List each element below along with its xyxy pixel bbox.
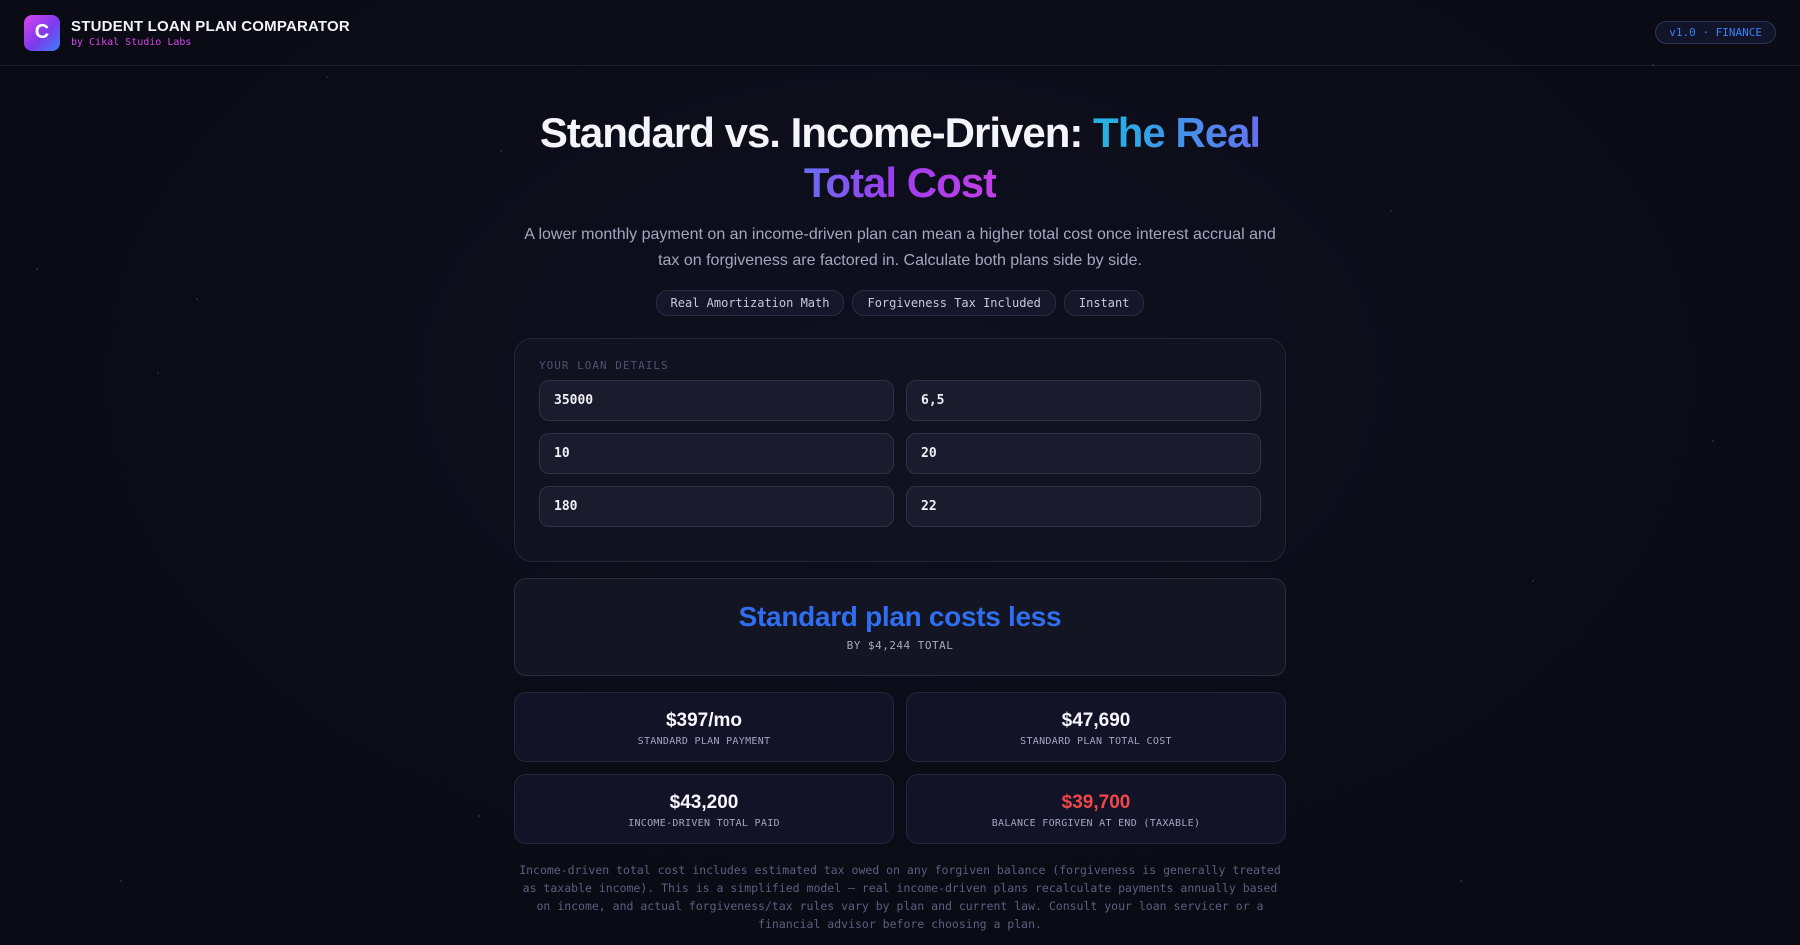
app-subtitle: by Cikal Studio Labs [71, 36, 192, 48]
stat-value: $47,690 [1061, 710, 1131, 731]
stat-standard-payment: $397/mo STANDARD PLAN PAYMENT [514, 692, 894, 762]
loan-details-label: YOUR LOAN DETAILS [539, 359, 669, 372]
page-description: A lower monthly payment on an income-dri… [524, 226, 1276, 269]
verdict-card: Standard plan costs less BY $4,244 TOTAL [514, 578, 1286, 676]
page-title-plain: Standard vs. Income-Driven: [539, 109, 1094, 156]
tax-rate-input[interactable] [906, 486, 1261, 527]
stat-label: STANDARD PLAN TOTAL COST [1020, 736, 1172, 747]
interest-rate-input[interactable] [906, 380, 1261, 421]
stat-value: $39,700 [1061, 792, 1131, 813]
app-logo: C [24, 14, 60, 51]
stat-value: $397/mo [665, 710, 743, 731]
loan-balance-input[interactable] [539, 380, 894, 421]
idr-term-input[interactable] [906, 433, 1261, 474]
stat-forgiven-balance: $39,700 BALANCE FORGIVEN AT END (TAXABLE… [906, 774, 1286, 844]
standard-term-input[interactable] [539, 433, 894, 474]
stat-standard-total: $47,690 STANDARD PLAN TOTAL COST [906, 692, 1286, 762]
chip-instant: Instant [1063, 290, 1145, 316]
stats-grid: $397/mo STANDARD PLAN PAYMENT $47,690 ST… [514, 692, 1286, 844]
brand: C STUDENT LOAN PLAN COMPARATOR by Cikal … [24, 14, 350, 51]
verdict-difference: BY $4,244 TOTAL [846, 639, 954, 652]
stat-label: STANDARD PLAN PAYMENT [637, 736, 771, 747]
stat-value: $43,200 [669, 792, 739, 813]
app-header: C STUDENT LOAN PLAN COMPARATOR by Cikal … [0, 0, 1800, 66]
idr-payment-input[interactable] [539, 486, 894, 527]
chip-amortization: Real Amortization Math [655, 290, 845, 316]
app-title: STUDENT LOAN PLAN COMPARATOR [71, 17, 350, 35]
main-content: Standard vs. Income-Driven: The Real Tot… [514, 108, 1286, 933]
stat-label: INCOME-DRIVEN TOTAL PAID [628, 818, 780, 829]
page-title: Standard vs. Income-Driven: The Real Tot… [514, 108, 1286, 208]
feature-chips: Real Amortization Math Forgiveness Tax I… [514, 290, 1286, 316]
logo-letter: C [34, 21, 50, 43]
loan-inputs-grid [539, 380, 1261, 527]
disclaimer: Income-driven total cost includes estima… [519, 863, 1281, 931]
verdict-title: Standard plan costs less [738, 601, 1062, 632]
chip-forgiveness-tax: Forgiveness Tax Included [852, 290, 1056, 316]
stat-idr-total: $43,200 INCOME-DRIVEN TOTAL PAID [514, 774, 894, 844]
stat-label: BALANCE FORGIVEN AT END (TAXABLE) [991, 818, 1201, 829]
loan-details-panel: YOUR LOAN DETAILS [514, 338, 1286, 562]
version-badge: v1.0 · FINANCE [1655, 21, 1776, 44]
